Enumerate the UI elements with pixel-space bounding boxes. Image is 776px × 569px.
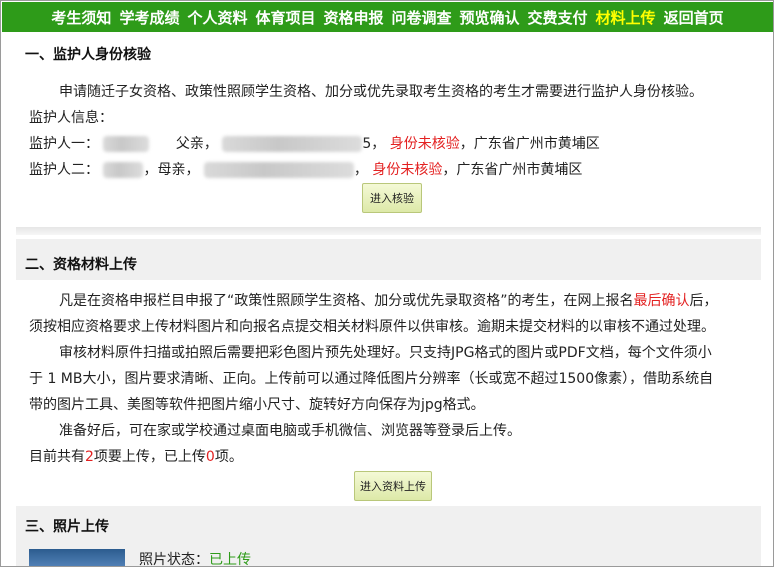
section-photo-title: 三、照片上传 (25, 519, 109, 535)
materials-p1-tail: 后， (689, 293, 718, 309)
materials-paragraph2-line2: 于 1 MB大小，图片要求清晰、正向。上传前可以通过降低图片分辨率（长或宽不超过… (29, 371, 714, 387)
upload-count-middle: 项要上传，已上传 (93, 449, 206, 465)
section-divider (16, 227, 761, 235)
guardian2-id-suffix: ， (353, 162, 368, 178)
guardian2-row: 监护人二： ，母亲， ， 身份未核验，广东省广州市黄埔区 (29, 159, 582, 179)
guardian-info-label: 监护人信息： (29, 110, 113, 126)
top-nav: 考生须知 学考成绩 个人资料 体育项目 资格申报 问卷调查 预览确认 交费支付 材料上传 返回首页 (2, 2, 773, 32)
guardian1-row: 监护人一： 父亲， 5， 身份未核验，广东省广州市黄埔区 (29, 133, 600, 153)
materials-paragraph3: 准备好后，可在家或学校通过桌面电脑或手机微信、浏览器等登录后上传。 (59, 423, 521, 439)
upload-count-suffix: 项。 (214, 449, 243, 465)
guardian2-location: ，广东省广州市黄埔区 (442, 162, 583, 178)
nav-item-4[interactable]: 资格申报 (323, 7, 383, 28)
materials-paragraph1-line1: 凡是在资格申报栏目申报了“政策性照顾学生资格、加分或优先录取资格”的考生，在网上… (59, 290, 718, 310)
guardian2-id-redacted (203, 162, 354, 178)
student-photo (29, 549, 125, 566)
verify-button[interactable]: 进入核验 (362, 183, 422, 213)
guardian2-name-redacted (103, 162, 144, 178)
materials-paragraph1-line2: 须按相应资格要求上传材料图片和向报名点提交相关材料原件以供审核。逾期未提交材料的… (29, 319, 715, 335)
materials-paragraph2-line1: 审核材料原件扫描或拍照后需要把彩色图片预先处理好。只支持JPG格式的图片或PDF… (59, 345, 712, 361)
section-guardian-title: 一、监护人身份核验 (25, 47, 151, 63)
materials-p1-text: 凡是在资格申报栏目申报了“政策性照顾学生资格、加分或优先录取资格”的考生，在网上… (59, 293, 634, 309)
guardian1-name-redacted (103, 136, 150, 152)
required-count: 2 (85, 449, 94, 465)
materials-paragraph2-line3: 带的图片工具、美图等软件把图片缩小尺寸、旋转好方向保存为jpg格式。 (29, 397, 485, 413)
photo-status-label: 照片状态： (139, 552, 209, 567)
nav-item-0[interactable]: 考生须知 (51, 7, 111, 28)
page-frame: 考生须知 学考成绩 个人资料 体育项目 资格申报 问卷调查 预览确认 交费支付 材料上传 返回首页… (0, 0, 774, 567)
final-confirm-highlight: 最后确认 (633, 293, 690, 309)
guardian2-label: 监护人二： (29, 162, 99, 178)
section-photo-bar (16, 506, 761, 566)
guardian1-location: ，广东省广州市黄埔区 (459, 136, 600, 152)
guardian2-relation: ，母亲， (143, 162, 200, 178)
guardian1-relation: 父亲， (175, 136, 218, 152)
section-materials-title: 二、资格材料上传 (25, 257, 137, 273)
nav-item-3[interactable]: 体育项目 (255, 7, 315, 28)
guardian1-id-redacted (222, 136, 363, 152)
upload-count-line: 目前共有2项要上传，已上传0项。 (29, 446, 243, 466)
photo-status-line: 照片状态：已上传 (139, 549, 251, 567)
nav-item-6[interactable]: 预览确认 (460, 7, 520, 28)
photo-status-value: 已上传 (209, 552, 251, 567)
guardian1-id-suffix: 5， (362, 136, 386, 152)
guardian1-label: 监护人一： (29, 136, 99, 152)
nav-item-9[interactable]: 返回首页 (664, 7, 724, 28)
nav-item-7[interactable]: 交费支付 (528, 7, 588, 28)
nav-item-1[interactable]: 学考成绩 (119, 7, 179, 28)
uploaded-count: 0 (205, 449, 215, 465)
nav-item-5[interactable]: 问卷调查 (392, 7, 452, 28)
section-guardian-intro: 申请随迁子女资格、政策性照顾学生资格、加分或优先录取考生资格的考生才需要进行监护… (59, 84, 703, 100)
guardian1-status: 身份未核验 (389, 136, 460, 152)
upload-count-prefix: 目前共有 (29, 449, 85, 465)
upload-materials-button[interactable]: 进入资料上传 (354, 471, 432, 501)
nav-item-8[interactable]: 材料上传 (596, 7, 656, 28)
nav-item-2[interactable]: 个人资料 (187, 7, 247, 28)
guardian2-status: 身份未核验 (372, 162, 443, 178)
